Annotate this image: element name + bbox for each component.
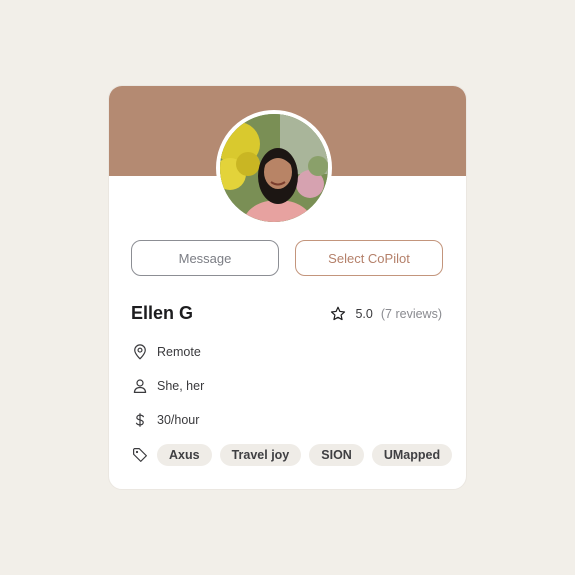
user-icon <box>133 379 147 393</box>
avatar <box>216 110 332 226</box>
pronouns-row: She, her <box>131 376 204 396</box>
location-text: Remote <box>157 345 201 359</box>
review-count: (7 reviews) <box>380 307 442 321</box>
tags-row: Axus Travel joy SION UMapped <box>131 444 460 466</box>
avatar-photo <box>220 114 328 222</box>
map-pin-icon <box>134 344 146 360</box>
pronouns-text: She, her <box>157 379 205 393</box>
tag-chip[interactable]: Travel joy <box>219 444 302 466</box>
dollar-icon <box>135 413 144 427</box>
star-icon <box>331 306 346 321</box>
rate-text: 30/hour <box>157 413 200 427</box>
rate-row: 30/hour <box>131 410 199 430</box>
rating-score: 5.0 <box>355 307 373 321</box>
tag-chip[interactable]: UMapped <box>371 444 453 466</box>
location-row: Remote <box>131 342 201 362</box>
tag-chip[interactable]: SION <box>309 444 364 466</box>
profile-name: Ellen G <box>131 303 194 323</box>
tag-chip[interactable]: Axus <box>157 444 212 466</box>
tag-icon <box>133 448 147 462</box>
message-button[interactable]: Message <box>131 240 279 276</box>
select-copilot-button[interactable]: Select CoPilot <box>295 240 443 276</box>
rating: 5.0 (7 reviews) <box>329 304 442 324</box>
profile-card: Message Select CoPilot Ellen G 5.0 (7 re… <box>108 85 467 490</box>
